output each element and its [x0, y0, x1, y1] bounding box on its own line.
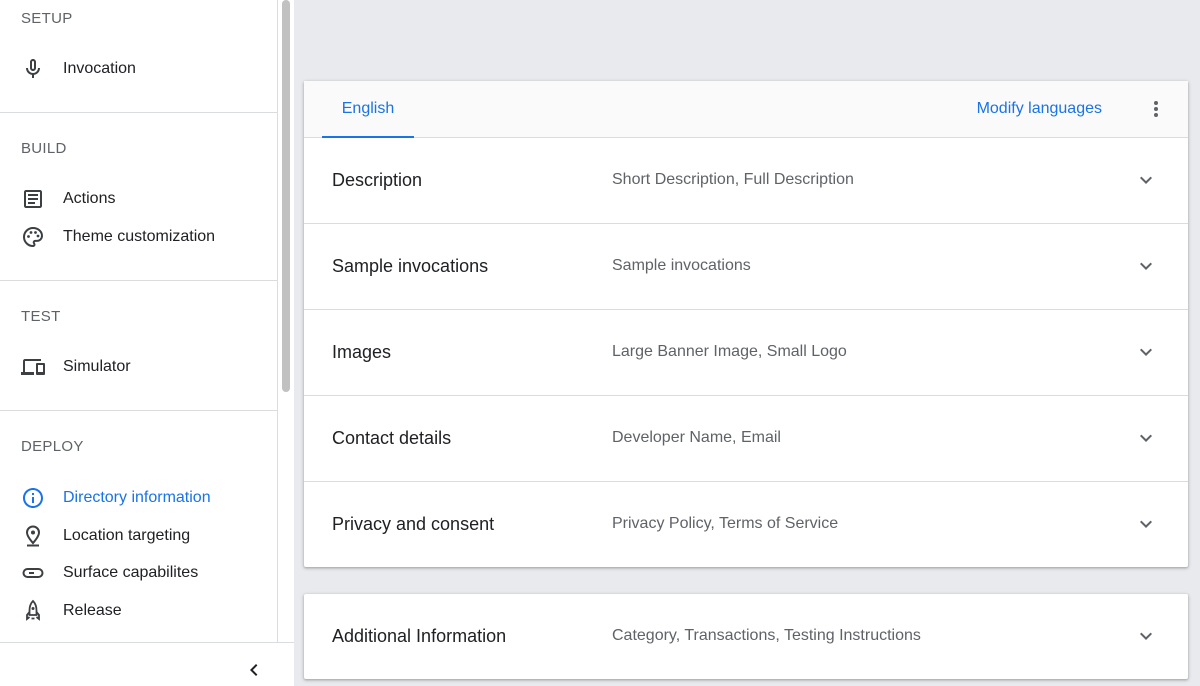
- tab-english[interactable]: English: [322, 81, 414, 137]
- row-summary: Category, Transactions, Testing Instruct…: [612, 627, 921, 644]
- list-icon: [21, 187, 45, 211]
- palette-icon: [21, 225, 45, 249]
- sidebar-item-release[interactable]: Release: [0, 593, 277, 629]
- chevron-down-icon[interactable]: [1134, 512, 1158, 536]
- sidebar-item-label: Simulator: [63, 358, 131, 375]
- row-summary: Large Banner Image, Small Logo: [612, 343, 847, 360]
- expansion-row-sample-invocations[interactable]: Sample invocations Sample invocations: [304, 224, 1188, 310]
- sidebar-item-simulator[interactable]: Simulator: [0, 349, 277, 385]
- chevron-down-icon[interactable]: [1134, 254, 1158, 278]
- sidebar-item-label: Release: [63, 602, 122, 619]
- section-title-test: TEST: [21, 308, 61, 325]
- row-title: Contact details: [332, 428, 452, 448]
- expansion-row-additional-information[interactable]: Additional Information Category, Transac…: [304, 594, 1188, 679]
- row-summary: Privacy Policy, Terms of Service: [612, 515, 839, 532]
- more-vert-icon: [1144, 97, 1168, 121]
- collapse-sidebar-button[interactable]: [240, 656, 268, 684]
- chevron-down-icon[interactable]: [1134, 168, 1158, 192]
- expansion-row-images[interactable]: Images Large Banner Image, Small Logo: [304, 310, 1188, 396]
- section-title-deploy: DEPLOY: [21, 438, 84, 455]
- chevron-down-icon[interactable]: [1134, 624, 1158, 648]
- sidebar-item-label: Theme customization: [63, 228, 216, 245]
- modify-languages-button[interactable]: Modify languages: [977, 81, 1102, 137]
- row-title: Privacy and consent: [332, 514, 495, 534]
- sidebar-item-label: Actions: [63, 190, 116, 207]
- devices-icon: [21, 355, 45, 379]
- more-options-button[interactable]: [1144, 97, 1168, 121]
- divider: [0, 410, 277, 411]
- surface-icon: [21, 561, 45, 585]
- section-title-build: BUILD: [21, 140, 67, 157]
- row-summary: Sample invocations: [612, 257, 751, 274]
- chevron-down-icon[interactable]: [1134, 340, 1158, 364]
- expansion-row-privacy-and-consent[interactable]: Privacy and consent Privacy Policy, Term…: [304, 482, 1188, 567]
- divider: [0, 112, 277, 113]
- sidebar-item-label: Invocation: [63, 60, 136, 77]
- row-title: Sample invocations: [332, 256, 489, 276]
- sidebar-item-label: Directory information: [63, 489, 211, 506]
- row-summary: Short Description, Full Description: [612, 171, 854, 188]
- microphone-icon: [21, 57, 45, 81]
- sidebar-item-actions[interactable]: Actions: [0, 181, 277, 217]
- divider: [0, 280, 277, 281]
- info-icon: [21, 486, 45, 510]
- sidebar-item-invocation[interactable]: Invocation: [0, 51, 277, 87]
- sidebar-item-theme-customization[interactable]: Theme customization: [0, 219, 277, 255]
- sidebar-item-directory-information[interactable]: Directory information: [0, 480, 277, 516]
- rocket-icon: [21, 599, 45, 623]
- chevron-left-icon: [242, 658, 266, 682]
- row-title: Images: [332, 342, 392, 362]
- sidebar-scrollbar-thumb[interactable]: [282, 0, 290, 392]
- sidebar: SETUP Invocation BUILD Actions Theme cus…: [0, 0, 278, 686]
- row-title: Description: [332, 170, 423, 190]
- expansion-row-contact-details[interactable]: Contact details Developer Name, Email: [304, 396, 1188, 482]
- language-tab-bar: English Modify languages: [304, 81, 1188, 138]
- sidebar-item-location-targeting[interactable]: Location targeting: [0, 518, 277, 554]
- expansion-row-description[interactable]: Description Short Description, Full Desc…: [304, 138, 1188, 224]
- directory-info-card: English Modify languages Description Sho…: [304, 81, 1188, 567]
- row-summary: Developer Name, Email: [612, 429, 781, 446]
- sidebar-item-surface-capabilities[interactable]: Surface capabilites: [0, 555, 277, 591]
- location-pin-icon: [21, 524, 45, 548]
- section-title-setup: SETUP: [21, 10, 73, 27]
- sidebar-item-label: Location targeting: [63, 527, 191, 544]
- sidebar-item-label: Surface capabilites: [63, 564, 199, 581]
- row-title: Additional Information: [332, 626, 507, 646]
- additional-info-card: Additional Information Category, Transac…: [304, 594, 1188, 679]
- chevron-down-icon[interactable]: [1134, 426, 1158, 450]
